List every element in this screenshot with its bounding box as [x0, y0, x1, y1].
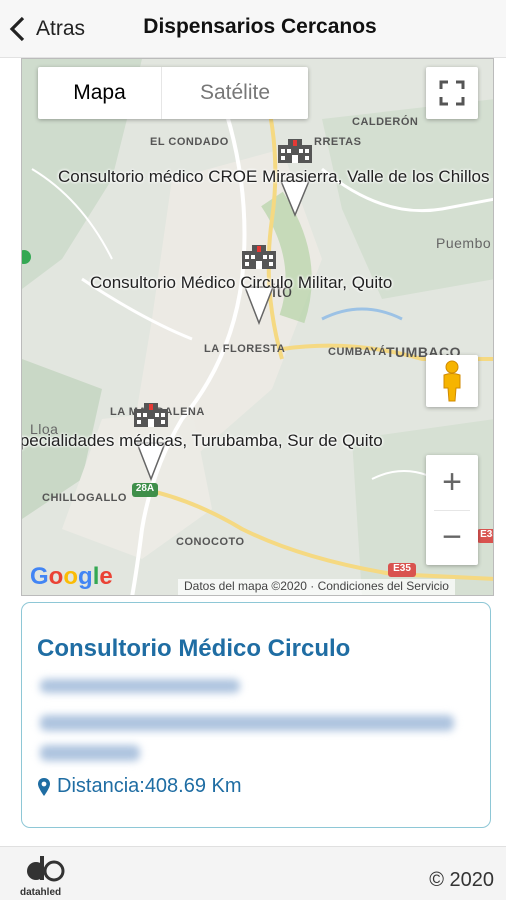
- map-type-control: Mapa Satélite: [38, 67, 308, 119]
- street-view-button[interactable]: [426, 355, 478, 407]
- marker-label[interactable]: Especialidades médicas, Turubamba, Sur d…: [22, 431, 383, 451]
- fullscreen-button[interactable]: [426, 67, 478, 119]
- zoom-out-button[interactable]: −: [426, 510, 478, 565]
- map-type-map-button[interactable]: Mapa: [38, 67, 162, 119]
- place-label: RRETAS: [314, 136, 362, 148]
- redacted-text: [40, 715, 454, 731]
- zoom-control: + −: [426, 455, 478, 565]
- google-logo: Google: [30, 563, 113, 590]
- hospital-icon: [242, 245, 276, 269]
- place-label: EL CONDADO: [150, 136, 229, 148]
- top-bar: Atras Dispensarios Cercanos: [0, 0, 506, 58]
- clinic-card[interactable]: Consultorio Médico Circulo Distancia:408…: [21, 602, 491, 828]
- redacted-text: [40, 745, 140, 761]
- location-pin-icon: [38, 777, 50, 796]
- marker-label[interactable]: Consultorio Médico Circulo Militar, Quit…: [90, 273, 392, 293]
- place-label: CHILLOGALLO: [42, 492, 127, 504]
- hospital-icon: [134, 403, 168, 427]
- footer: datahled © 2020: [0, 846, 506, 900]
- map-tiles[interactable]: [22, 59, 494, 596]
- road-shield: 28A: [132, 483, 158, 497]
- zoom-in-button[interactable]: +: [426, 455, 478, 510]
- clinic-name: Consultorio Médico Circulo: [37, 635, 351, 662]
- place-label: CALDERÓN: [352, 116, 419, 128]
- map-view[interactable]: CALDERÓN EL CONDADO RRETAS Puembo LA FLO…: [21, 58, 494, 596]
- place-label: CONOCOTO: [176, 536, 245, 548]
- marker-label[interactable]: Consultorio médico CROE Mirasierra, Vall…: [58, 167, 489, 187]
- minus-icon: −: [442, 518, 462, 557]
- map-type-satellite-button[interactable]: Satélite: [162, 67, 308, 119]
- svg-text:datahled: datahled: [20, 887, 61, 898]
- redacted-text: [40, 679, 240, 693]
- road-shield: E35: [388, 563, 416, 577]
- hospital-icon: [278, 139, 312, 163]
- page-title: Dispensarios Cercanos: [143, 15, 377, 38]
- fullscreen-icon: [439, 80, 465, 106]
- map-attribution[interactable]: Datos del mapa ©2020 · Condiciones del S…: [178, 579, 455, 595]
- distance-row: Distancia:408.69 Km: [37, 775, 242, 798]
- plus-icon: +: [442, 462, 462, 501]
- copyright: © 2020: [429, 869, 494, 891]
- place-label: Puembo: [436, 235, 492, 251]
- place-label: CUMBAYÁ: [328, 346, 387, 358]
- distance-text: Distancia:408.69 Km: [57, 775, 242, 797]
- place-label: LA FLORESTA: [204, 343, 286, 355]
- pegman-icon: [443, 360, 461, 402]
- datahled-logo: datahled: [20, 856, 65, 898]
- road-shield: E35: [477, 529, 493, 543]
